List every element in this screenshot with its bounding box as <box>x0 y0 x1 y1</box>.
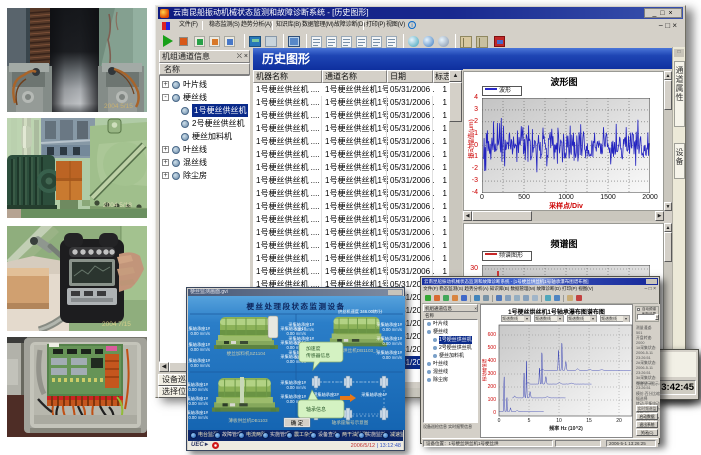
svg-text:确 定: 确 定 <box>291 419 304 427</box>
svg-text:采集轴承座4#: 采集轴承座4# <box>361 391 387 398</box>
svg-text:0.00 mm/s: 0.00 mm/s <box>294 327 314 332</box>
svg-text:0.00 mm/s: 0.00 mm/s <box>190 347 210 352</box>
svg-text:加速度: 加速度 <box>306 345 321 352</box>
svg-text:梗丝加料机SZ1104: 梗丝加料机SZ1104 <box>227 350 266 357</box>
svg-text:0.00 mm/s: 0.00 mm/s <box>382 327 402 332</box>
svg-text:0.00 mm/s: 0.00 mm/s <box>188 401 208 406</box>
svg-text:薄板供丝机DB1103: 薄板供丝机DB1103 <box>228 417 268 424</box>
svg-text:烘丝机速度 346.00转/分: 烘丝机速度 346.00转/分 <box>338 308 383 315</box>
svg-text:梗丝处理段状态监测设备: 梗丝处理段状态监测设备 <box>247 301 346 311</box>
svg-text:0.00 mm/s: 0.00 mm/s <box>188 415 208 420</box>
svg-text:2004 5/15: 2004 5/15 <box>104 103 133 110</box>
svg-text:采集轴承座2#: 采集轴承座2# <box>313 391 339 398</box>
svg-text:0.00 mm/s: 0.00 mm/s <box>286 385 306 390</box>
svg-text:2004 5/18: 2004 5/18 <box>103 202 132 209</box>
svg-text:0.00 mm/s: 0.00 mm/s <box>190 331 210 336</box>
svg-text:0.00 mm/s: 0.00 mm/s <box>382 355 402 360</box>
svg-text:传感器信息: 传感器信息 <box>306 352 330 359</box>
svg-text:0.00 mm/s: 0.00 mm/s <box>382 341 402 346</box>
svg-text:轴承座编号示意图: 轴承座编号示意图 <box>332 419 369 426</box>
svg-text:轴承信息: 轴承信息 <box>306 406 326 413</box>
svg-text:0.00 mm/s: 0.00 mm/s <box>190 363 210 368</box>
svg-text:2004 7/15: 2004 7/15 <box>102 321 131 328</box>
svg-text:0.00 mm/s: 0.00 mm/s <box>188 387 208 392</box>
